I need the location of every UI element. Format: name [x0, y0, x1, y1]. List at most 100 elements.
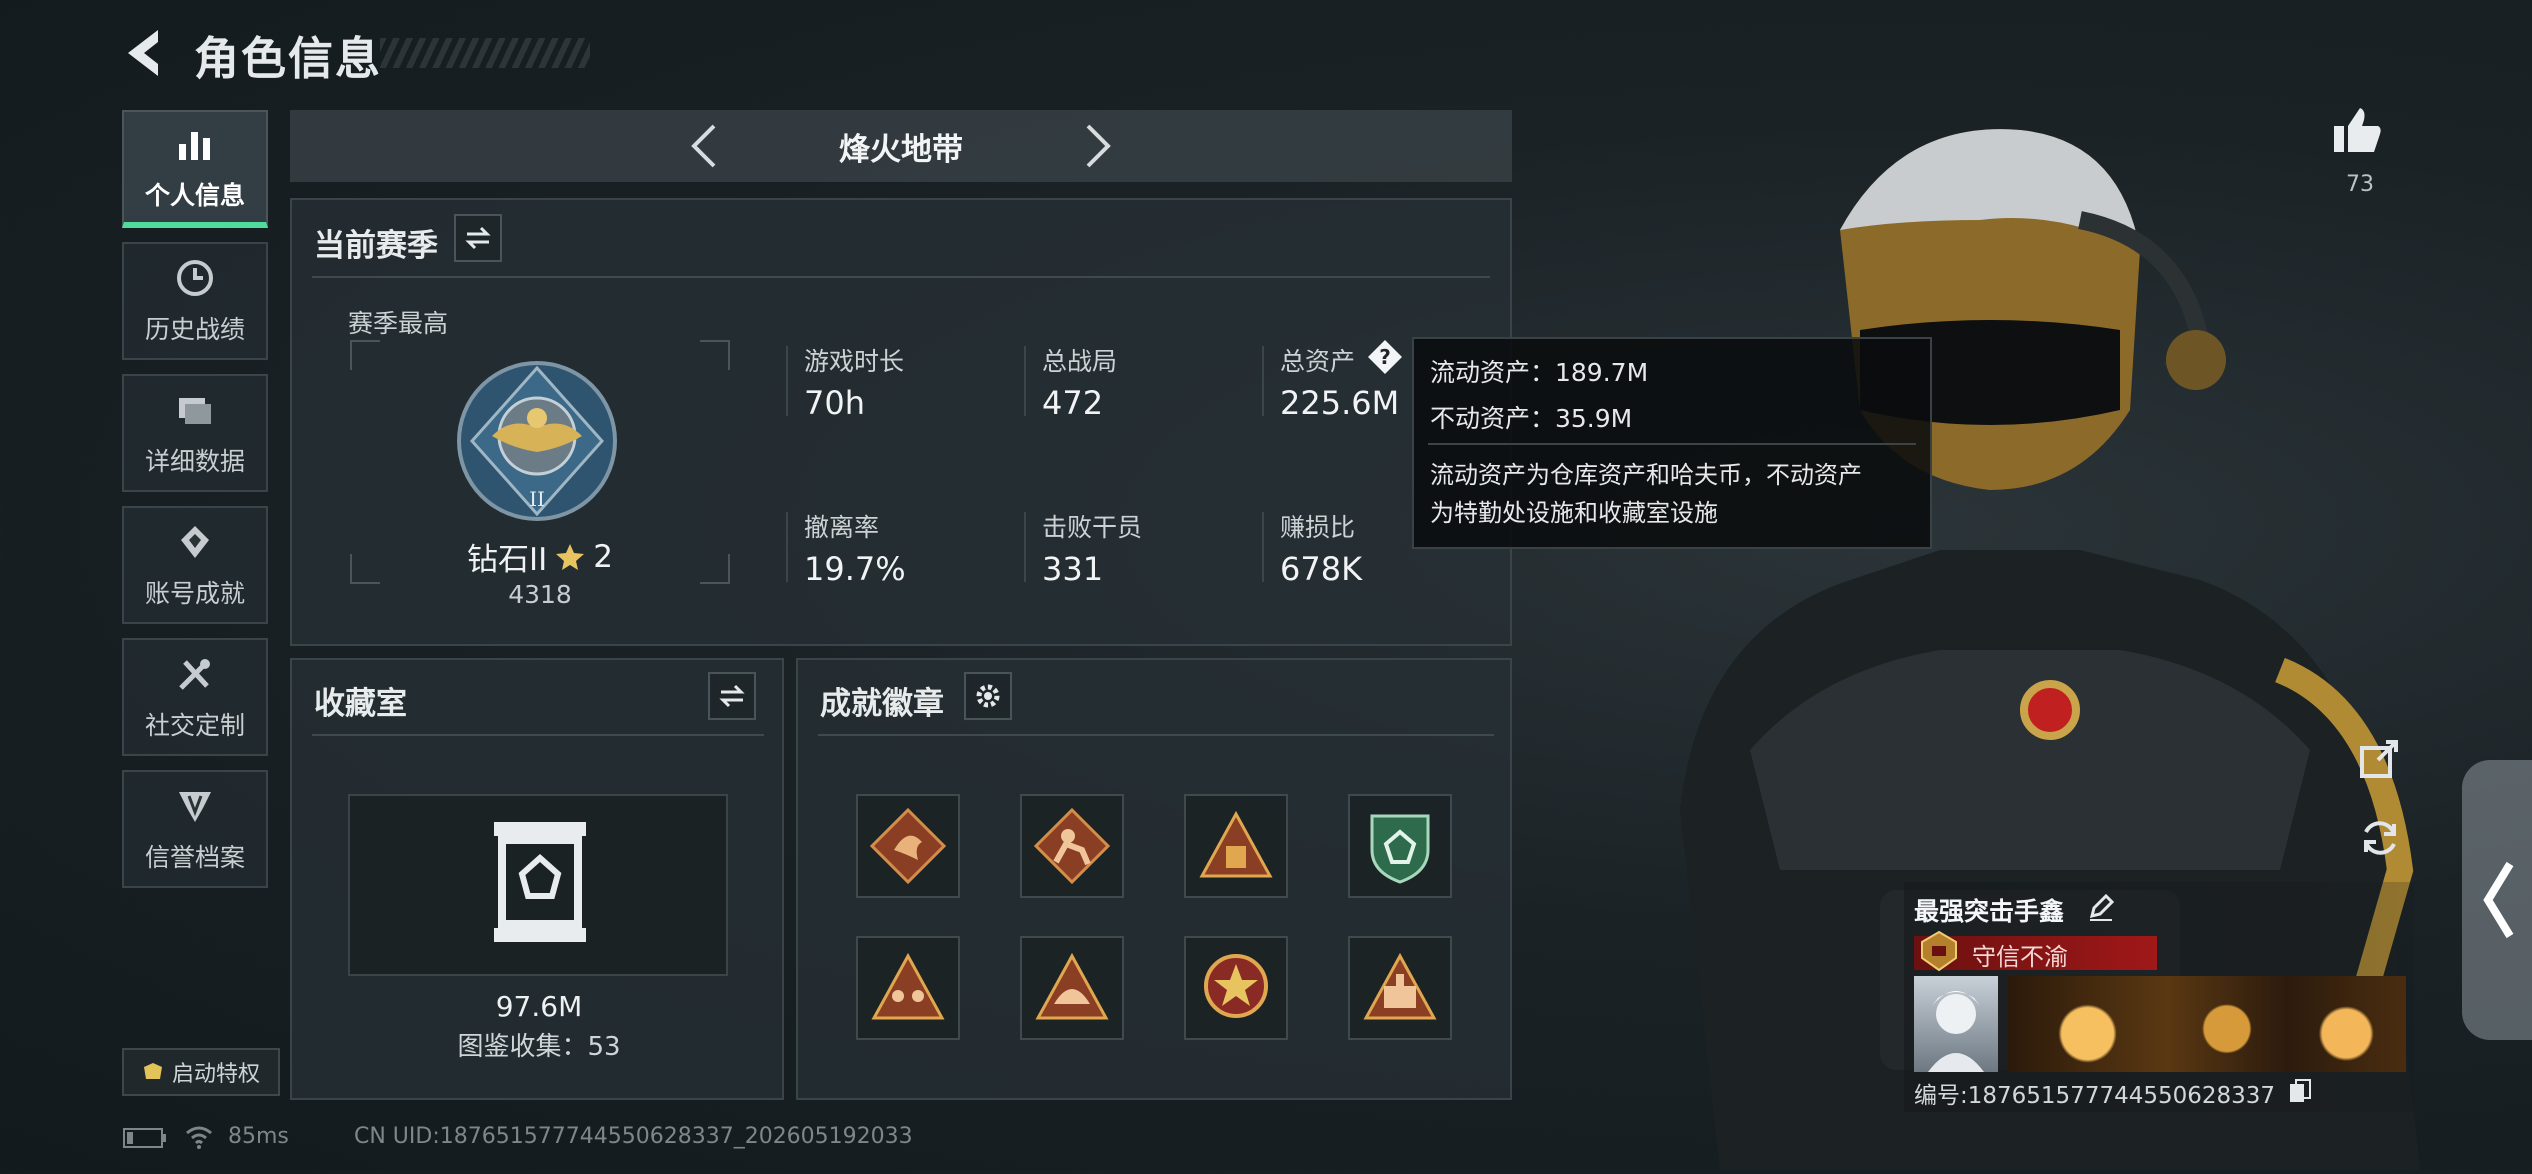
green-shield-badge-icon [1370, 814, 1430, 884]
rank-name: 钻石II [466, 542, 548, 578]
status-uid: CN UID:187651577744550628337_20260519203… [354, 1124, 913, 1149]
collection-preview[interactable] [348, 794, 728, 976]
ping-value: 85ms [228, 1124, 289, 1149]
privilege-button[interactable]: 启动特权 [122, 1048, 280, 1096]
nav-item-personal-info[interactable]: 个人信息 [122, 110, 268, 228]
nav-item-credit-record[interactable]: 信誉档案 [122, 770, 268, 888]
helmet-badge-icon [1035, 952, 1109, 1020]
nav-label: 信誉档案 [144, 843, 245, 872]
gear-icon [976, 684, 1000, 708]
achievement-badge[interactable] [1020, 936, 1124, 1040]
side-panel-handle[interactable] [2462, 760, 2532, 1040]
achievement-badge[interactable] [856, 794, 960, 898]
stat-extract-value: 19.7% [804, 550, 906, 588]
divider [818, 734, 1494, 736]
tooltip-fixed-assets: 不动资产：35.9M [1430, 404, 1633, 433]
achievement-badge[interactable] [1184, 794, 1288, 898]
nav-item-social-custom[interactable]: 社交定制 [122, 638, 268, 756]
season-switch-button[interactable] [454, 214, 502, 262]
nav-item-account-achievements[interactable]: 账号成就 [122, 506, 268, 624]
squad-badge-icon [871, 952, 945, 1020]
nav-label: 历史战绩 [144, 315, 245, 344]
prev-mode-button[interactable] [680, 120, 732, 172]
svg-text:?: ? [1379, 345, 1391, 369]
achievement-badge[interactable] [1348, 794, 1452, 898]
achievement-badge[interactable] [1184, 936, 1288, 1040]
collection-switch-button[interactable] [708, 672, 756, 720]
assets-help-button[interactable]: ? [1366, 338, 1404, 376]
nav-label: 社交定制 [144, 711, 245, 740]
achievement-badge[interactable] [1020, 794, 1124, 898]
collection-catalog: 图鉴收集：53 [457, 1032, 621, 1062]
edit-name-button[interactable] [2086, 892, 2116, 922]
rank-emblem: II [452, 356, 622, 526]
stat-separator [786, 512, 788, 582]
player-uid: 编号:187651577744550628337 [1914, 1083, 2276, 1109]
dragon-badge-icon [869, 807, 947, 885]
achievement-badge[interactable] [856, 936, 960, 1040]
share-button[interactable] [2356, 734, 2404, 782]
shield-icon [173, 784, 217, 828]
stat-extract-label: 撤离率 [804, 513, 880, 542]
back-button[interactable] [118, 24, 170, 82]
stat-separator [1262, 512, 1264, 582]
back-arrow-icon [128, 30, 158, 76]
like-button[interactable] [2330, 104, 2384, 158]
honor-title: 守信不渝 [1972, 943, 2068, 971]
wifi-icon [186, 1126, 212, 1149]
star-medal-badge-icon [1204, 954, 1268, 1018]
avatar[interactable] [1914, 976, 1998, 1072]
tools-icon [173, 652, 217, 696]
mode-selector: 烽火地带 [290, 110, 1512, 182]
nav-label: 个人信息 [144, 181, 245, 210]
svg-text:II: II [529, 487, 545, 511]
avatar-portrait-icon [1928, 991, 1984, 1072]
divider [312, 276, 1490, 278]
diamond-rank-emblem-icon: II [457, 361, 617, 521]
rank-points: 4318 [508, 580, 572, 609]
diamond-medal-icon [173, 520, 217, 564]
stat-matches-label: 总战局 [1042, 347, 1118, 376]
stat-separator [1024, 512, 1026, 582]
nav-label: 详细数据 [144, 447, 245, 476]
collection-panel: 收藏室 97.6M 图鉴收集：53 [290, 658, 784, 1100]
divider [312, 734, 764, 736]
star-icon [556, 543, 585, 570]
title-decoration [380, 38, 590, 68]
nav-item-history[interactable]: 历史战绩 [122, 242, 268, 360]
stat-assets-value: 225.6M [1280, 384, 1400, 422]
achievement-badge[interactable] [1348, 936, 1452, 1040]
achievements-title: 成就徽章 [820, 686, 944, 722]
achievements-settings-button[interactable] [964, 672, 1012, 720]
collection-title: 收藏室 [314, 686, 407, 722]
achievements-panel: 成就徽章 [796, 658, 1512, 1100]
privilege-label: 启动特权 [171, 1062, 260, 1087]
help-icon: ? [1368, 340, 1402, 374]
privilege-icon [143, 1063, 162, 1079]
player-name: 最强突击手鑫 [1914, 897, 2065, 926]
season-panel: 当前赛季 赛季最高 II 钻石II 2 4318 游戏时长 70h 总战局 47… [290, 198, 1512, 646]
tooltip-liquid-assets: 流动资产：189.7M [1430, 358, 1649, 387]
stat-playtime-label: 游戏时长 [804, 347, 905, 376]
swap-icon [465, 226, 491, 250]
mode-name: 烽火地带 [839, 131, 963, 168]
copy-uid-button[interactable] [2288, 1078, 2312, 1104]
nav-item-detailed-data[interactable]: 详细数据 [122, 374, 268, 492]
season-best-label: 赛季最高 [348, 309, 449, 338]
stat-assets-label: 总资产 [1280, 347, 1356, 376]
folder-icon [173, 388, 217, 432]
honor-emblem-icon [1921, 930, 1957, 972]
thumbs-up-icon [2334, 108, 2381, 152]
pencil-icon [2089, 893, 2115, 921]
tooltip-desc-line2: 为特勤处设施和收藏室设施 [1430, 499, 1718, 527]
stat-separator [1262, 346, 1264, 416]
next-mode-button[interactable] [1070, 120, 1122, 172]
refresh-button[interactable] [2356, 814, 2404, 862]
chevron-left-icon [2483, 861, 2514, 939]
nav-label: 账号成就 [144, 579, 245, 608]
assets-tooltip: 流动资产：189.7M 不动资产：35.9M 流动资产为仓库资产和哈夫币，不动资… [1412, 337, 1932, 549]
stat-playtime-value: 70h [804, 384, 865, 422]
tooltip-divider [1428, 443, 1916, 445]
stat-separator [1024, 346, 1026, 416]
soldier-badge-icon [1033, 807, 1111, 885]
